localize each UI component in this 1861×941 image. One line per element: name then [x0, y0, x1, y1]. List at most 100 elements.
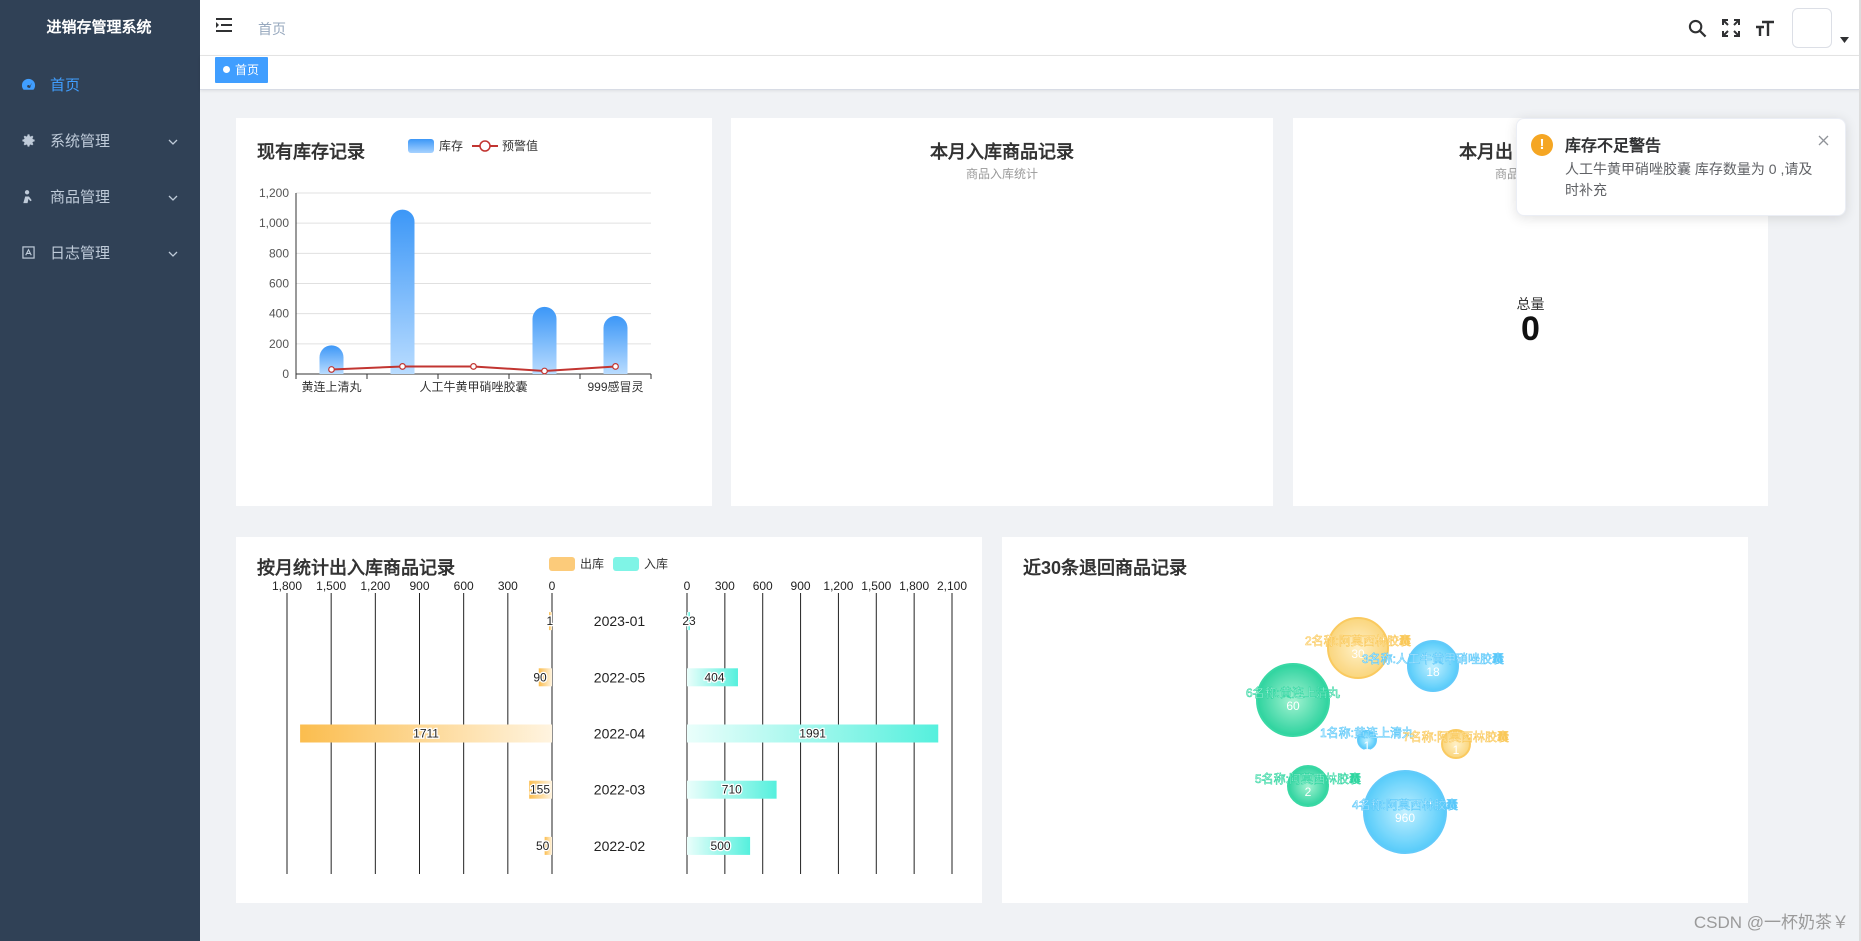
- y-tick-label: 200: [269, 337, 289, 351]
- sidebar-item-label: 首页: [50, 76, 81, 94]
- monthly-chart: 出库 入库 1,800 1,500 1,200 900 600 300 0 0 300 600 90…: [272, 556, 967, 874]
- log-icon: [20, 244, 36, 260]
- bubble-value-label: 60: [1286, 699, 1300, 713]
- out-tick-label: 300: [498, 579, 518, 593]
- breadcrumb[interactable]: 首页: [258, 19, 286, 39]
- stock-chart: 0 200 400 600 800 1,000 1,200 黄连上清丸 人工牛黄甲硝唑胶囊 999…: [259, 138, 652, 394]
- out-value-label: 50: [536, 839, 550, 853]
- in-tick-label: 600: [753, 579, 773, 593]
- bubble-name-label: 4名称:阿莫西林胶囊: [1352, 797, 1458, 812]
- total-value: 0: [1521, 310, 1540, 348]
- sidebar-item-home[interactable]: 首页: [0, 56, 200, 112]
- out-card-title: 本月出: [1459, 142, 1513, 162]
- out-tick-label: 900: [409, 579, 429, 593]
- in-tick-label: 1,500: [861, 579, 891, 593]
- bubble-value-label: 960: [1395, 811, 1415, 825]
- out-tick-label: 1,200: [360, 579, 390, 593]
- in-value-label: 23: [682, 614, 696, 628]
- dashboard-icon: [20, 76, 36, 92]
- out-tick-label: 0: [549, 579, 556, 593]
- search-icon[interactable]: [1680, 11, 1714, 45]
- out-value-label: 1: [547, 614, 554, 628]
- month-label: 2022-05: [594, 669, 646, 685]
- y-tick-label: 400: [269, 307, 289, 321]
- tag-home[interactable]: 首页: [215, 57, 269, 83]
- warning-point[interactable]: [470, 363, 477, 370]
- bubble-name-label: 1名称:黄连上清丸: [1320, 725, 1414, 740]
- navbar: 首页: [200, 0, 1861, 56]
- caret-down-icon[interactable]: [1840, 30, 1849, 48]
- notification-message: 人工牛黄甲硝唑胶囊 库存数量为 0 ,请及时补充: [1565, 161, 1813, 198]
- in-card: 本月入库商品记录 商品入库统计: [731, 118, 1273, 506]
- stock-bar[interactable]: [390, 209, 415, 374]
- gear-icon: [20, 132, 36, 148]
- close-icon[interactable]: [1818, 133, 1829, 151]
- month-label: 2023-01: [594, 613, 646, 629]
- y-tick-label: 0: [282, 367, 289, 381]
- out-value-label: 155: [530, 783, 550, 797]
- in-value-label: 404: [704, 670, 724, 684]
- legend-swatch-warning: [479, 140, 491, 152]
- warning-point[interactable]: [612, 363, 619, 370]
- sidebar-item-label: 商品管理: [50, 188, 111, 206]
- out-value-label: 90: [533, 670, 547, 684]
- x-tick-label: 999感冒灵: [587, 379, 643, 394]
- avatar[interactable]: [1792, 8, 1832, 48]
- month-label: 2022-03: [594, 782, 646, 798]
- out-tick-label: 1,800: [272, 579, 302, 593]
- in-card-title: 本月入库商品记录: [930, 142, 1074, 162]
- tags-view: 首页: [200, 56, 1861, 90]
- return-card: 近30条退回商品记录 2名称:阿莫西林胶囊 30 3名称:人工牛黄甲硝唑胶囊 18 6名…: [1002, 537, 1748, 903]
- out-tick-label: 600: [454, 579, 474, 593]
- legend-label-in: 入库: [644, 556, 668, 571]
- y-tick-label: 1,000: [259, 216, 289, 230]
- chevron-down-icon: [168, 246, 178, 263]
- in-tick-label: 1,200: [823, 579, 853, 593]
- stock-card: 现有库存记录 0 200 400 600 800 1,000 1,200 黄连上清丸 人工牛黄甲…: [236, 118, 712, 506]
- in-tick-label: 1,800: [899, 579, 929, 593]
- month-label: 2022-02: [594, 838, 646, 854]
- warning-point[interactable]: [541, 367, 548, 375]
- y-tick-label: 600: [269, 277, 289, 291]
- out-value-label: 1711: [413, 727, 439, 741]
- bubble-value-label: 18: [1426, 665, 1440, 679]
- notification-title: 库存不足警告: [1565, 138, 1662, 155]
- warning-point[interactable]: [328, 366, 335, 373]
- bubble-name-label: 6名称:黄连上清丸: [1246, 685, 1340, 700]
- fullscreen-icon[interactable]: [1714, 11, 1748, 45]
- sidebar-item-label: 日志管理: [50, 244, 111, 262]
- y-tick-label: 800: [269, 246, 289, 260]
- in-value-label: 1991: [799, 727, 826, 741]
- bubble-name-label: 7名称:阿莫西林胶囊: [1403, 729, 1509, 744]
- legend-label-out: 出库: [580, 556, 604, 571]
- month-label: 2022-04: [594, 726, 646, 742]
- app-title: 进销存管理系统: [46, 19, 152, 36]
- stock-warning-notification: ! 库存不足警告 人工牛黄甲硝唑胶囊 库存数量为 0 ,请及时补充: [1516, 118, 1846, 216]
- sidebar-item-log[interactable]: 日志管理: [0, 224, 200, 280]
- active-dot-icon: [223, 66, 230, 73]
- hamburger-icon[interactable]: [215, 17, 233, 38]
- in-card-subtitle: 商品入库统计: [965, 167, 1038, 181]
- legend-swatch-in: [613, 557, 639, 571]
- legend-label-stock: 库存: [439, 138, 463, 153]
- chevron-down-icon: [168, 190, 178, 207]
- sidebar-item-goods[interactable]: 商品管理: [0, 168, 200, 224]
- stock-bar[interactable]: [532, 306, 557, 374]
- x-tick-label: 人工牛黄甲硝唑胶囊: [419, 379, 527, 394]
- user-icon: [20, 188, 36, 204]
- bubble-value-label: 1: [1364, 739, 1371, 753]
- out-tick-label: 1,500: [316, 579, 346, 593]
- chevron-down-icon: [168, 134, 178, 151]
- tag-label: 首页: [235, 63, 260, 77]
- font-size-icon[interactable]: [1748, 11, 1782, 45]
- bubble-name-label: 5名称:阿莫西林胶囊: [1255, 771, 1361, 786]
- warning-point[interactable]: [399, 363, 406, 370]
- bubble-name-label: 3名称:人工牛黄甲硝唑胶囊: [1362, 651, 1504, 666]
- in-tick-label: 0: [684, 579, 691, 593]
- in-value-label: 500: [711, 839, 731, 853]
- bubble-name-label: 2名称:阿莫西林胶囊: [1305, 633, 1411, 648]
- in-tick-label: 2,100: [937, 579, 967, 593]
- in-tick-label: 300: [715, 579, 735, 593]
- sidebar-item-system[interactable]: 系统管理: [0, 112, 200, 168]
- sidebar-item-label: 系统管理: [50, 132, 111, 150]
